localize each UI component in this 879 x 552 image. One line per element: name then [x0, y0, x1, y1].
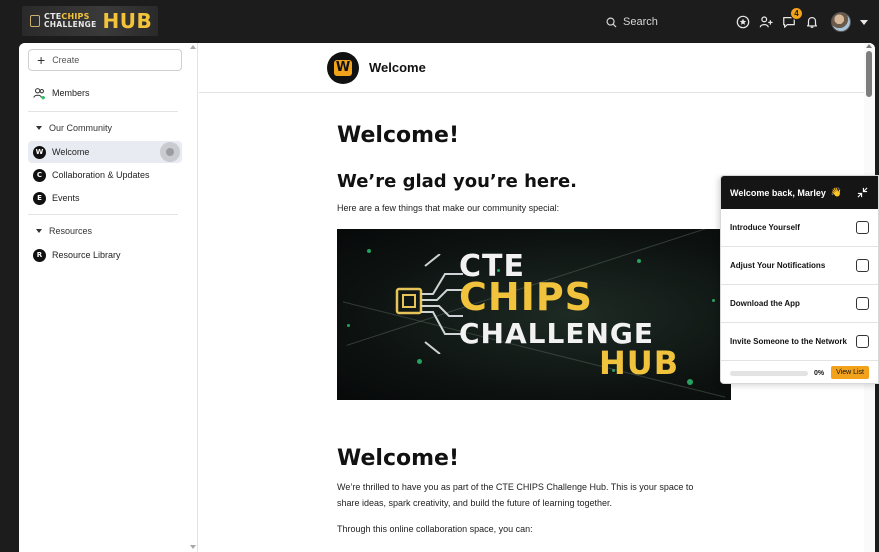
add-person-button[interactable] [758, 14, 774, 30]
task-checkbox[interactable] [856, 335, 869, 348]
space-icon-welcome: W [33, 145, 46, 159]
collapse-icon[interactable] [857, 187, 868, 198]
collaboration-paragraph: Through this online collaboration space,… [337, 524, 533, 534]
triangle-down-icon [36, 229, 42, 233]
notification-badge: 4 [790, 7, 803, 20]
section-toggle-our-community[interactable]: Our Community [28, 119, 182, 137]
view-list-button[interactable]: View List [831, 366, 869, 379]
onboarding-checklist: Welcome back, Marley 👋 Introduce Yoursel… [720, 175, 879, 384]
scroll-thumb[interactable] [866, 51, 872, 97]
task-adjust-notifications[interactable]: Adjust Your Notifications [721, 247, 878, 285]
scroll-up-icon[interactable] [866, 44, 872, 48]
hub-banner-image: CTE CHIPS CHALLENGE HUB [337, 229, 731, 400]
scroll-up-icon[interactable] [190, 45, 196, 49]
more-dot-icon [166, 148, 174, 156]
divider [28, 214, 178, 215]
checklist-header: Welcome back, Marley 👋 [721, 176, 878, 209]
plus-icon: + [37, 51, 46, 68]
progress-bar [730, 370, 808, 376]
page-heading: Welcome! [337, 123, 459, 148]
sidebar-item-resource-library[interactable]: R Resource Library [28, 244, 182, 266]
wave-icon: 👋 [830, 187, 843, 197]
progress-percent: 0% [814, 369, 825, 377]
divider [28, 111, 178, 112]
task-checkbox[interactable] [856, 259, 869, 272]
triangle-down-icon [36, 126, 42, 130]
chevron-down-icon[interactable] [860, 19, 868, 25]
space-logo: W [327, 51, 359, 84]
top-bar: CTECHIPS CHALLENGE HUB Search 4 [0, 0, 879, 43]
sub-heading: We’re glad you’re here. [337, 171, 578, 192]
task-invite-someone[interactable]: Invite Someone to the Network [721, 323, 878, 361]
more-options-button[interactable] [160, 142, 180, 162]
chip-logo-icon [30, 15, 40, 27]
star-icon [736, 15, 750, 29]
star-button[interactable] [735, 14, 751, 30]
members-icon [33, 87, 46, 100]
sidebar: + Create Members Our Community W Welcome… [19, 43, 198, 552]
space-icon-resource-library: R [33, 248, 46, 262]
section-toggle-resources[interactable]: Resources [28, 222, 182, 240]
chip-circuit-icon [395, 254, 463, 354]
sidebar-item-collaboration[interactable]: C Collaboration & Updates [28, 164, 182, 186]
space-title: Welcome [369, 60, 426, 75]
task-download-app[interactable]: Download the App [721, 285, 878, 323]
welcome-heading: Welcome! [337, 446, 459, 471]
search-icon [606, 17, 617, 28]
checklist-footer: 0% View List [721, 361, 878, 383]
sidebar-item-members[interactable]: Members [28, 82, 182, 104]
task-introduce-yourself[interactable]: Introduce Yourself [721, 209, 878, 247]
top-icons: 4 [735, 7, 868, 34]
scroll-down-icon[interactable] [190, 545, 196, 549]
sidebar-item-welcome[interactable]: W Welcome [28, 141, 182, 163]
chat-button[interactable]: 4 [781, 7, 803, 30]
task-checkbox[interactable] [856, 221, 869, 234]
bell-icon [807, 17, 817, 28]
notifications-button[interactable] [804, 14, 820, 30]
sidebar-item-events[interactable]: E Events [28, 187, 182, 209]
site-logo[interactable]: CTECHIPS CHALLENGE HUB [22, 6, 158, 36]
user-avatar[interactable] [831, 12, 851, 32]
intro-text: Here are a few things that make our comm… [337, 203, 560, 213]
welcome-paragraph: We’re thrilled to have you as part of th… [337, 482, 694, 508]
space-header: W Welcome [199, 43, 865, 93]
space-icon-events: E [33, 191, 46, 205]
sidebar-scrollbar[interactable] [189, 43, 197, 552]
search-button[interactable]: Search [586, 11, 710, 33]
space-icon-collaboration: C [33, 168, 46, 182]
task-checkbox[interactable] [856, 297, 869, 310]
add-person-icon [759, 16, 773, 28]
create-button[interactable]: + Create [28, 49, 182, 71]
